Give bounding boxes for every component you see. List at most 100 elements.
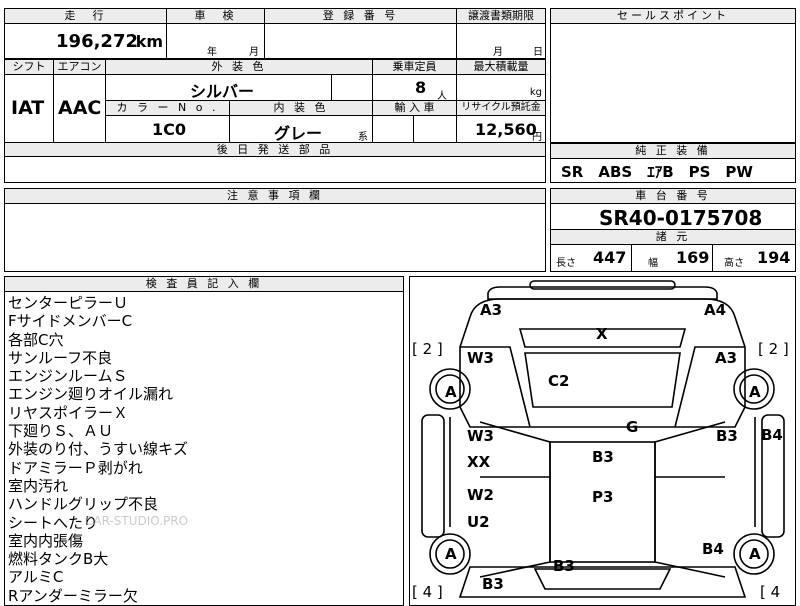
length-value: 447 (593, 248, 627, 267)
maxload-header: 最大積載量 (457, 60, 545, 75)
mark-a-front-left: A (445, 383, 457, 401)
mark-xx: XX (467, 453, 491, 471)
import-cell (373, 116, 457, 142)
registration-header: 登 録 番 号 (265, 9, 457, 24)
capacity-cell: 8 人 (373, 75, 457, 102)
inspector-header: 検 査 員 記 入 欄 (5, 277, 403, 292)
inspection-month: 月 (249, 47, 259, 58)
mark-bracket-right-bottom: [ 4 (760, 583, 781, 601)
recycle-header: リサイクル預託金 (457, 101, 545, 116)
capacity-value: 8 (415, 78, 427, 97)
registration-cell (265, 24, 457, 58)
mileage-unit: km (135, 32, 163, 51)
later-parts-header: 後 日 発 送 部 品 (5, 142, 545, 157)
mark-a-rear-right: A (749, 545, 761, 563)
equipment-panel: 純 正 装 備 SR ABS ｴｱB PS PW (550, 143, 796, 183)
chassis-cell: SR40-0175708 (551, 204, 795, 230)
inspector-note: ドアミラーＰ剥がれ (8, 458, 143, 477)
mark-c2: C2 (548, 372, 570, 390)
mark-w3-left: W3 (467, 349, 494, 367)
mark-a3-right: A3 (715, 349, 738, 367)
mark-a-rear-left: A (445, 545, 457, 563)
mark-b3-bottom: B3 (553, 557, 575, 575)
aircon-cell: AAC (54, 75, 106, 142)
mark-w2: W2 (467, 486, 494, 504)
mark-a4-right: A4 (704, 301, 727, 319)
later-parts-cell (5, 157, 545, 182)
exterior-cell: シルバー (106, 75, 373, 101)
maxload-cell: kg (457, 75, 545, 101)
transfer-month: 月 (493, 47, 503, 58)
mileage-header: 走 行 (5, 9, 167, 24)
mark-p3: P3 (592, 488, 614, 506)
mark-a3-left: A3 (480, 301, 503, 319)
import-divider (413, 116, 414, 142)
inspector-note: エンジン廻りオイル漏れ (8, 385, 174, 404)
import-header: 輸 入 車 (373, 101, 457, 116)
width-label: 幅 (648, 258, 658, 269)
inspector-note: 室内汚れ (8, 476, 69, 495)
caution-panel: 注 意 事 項 欄 (4, 188, 546, 272)
mark-bracket-left-top: [ 2 ] (412, 340, 443, 358)
inspection-header: 車 検 (167, 9, 265, 24)
mark-u2: U2 (467, 513, 490, 531)
chassis-value: SR40-0175708 (599, 206, 763, 230)
left-side-panel (421, 414, 445, 538)
inspector-note: サンルーフ不良 (8, 348, 113, 367)
exterior-value: シルバー (190, 82, 255, 101)
equipment-value: SR ABS ｴｱB PS PW (561, 163, 753, 181)
sales-point-header: セールスポイント (551, 9, 795, 24)
exterior-divider (331, 75, 332, 101)
transfer-header: 譲渡書類期限 (457, 9, 545, 24)
inspector-note: アルミC (8, 568, 64, 587)
vehicle-diagram-panel: A3 A4 X [ 2 ] [ 2 ] W3 A3 A A C2 G W3 XX… (409, 276, 796, 606)
inspector-note: 下廻りＳ、ＡＵ (8, 422, 114, 441)
shift-value: IAT (11, 97, 45, 119)
interior-cell: グレー 系 (230, 116, 373, 143)
transfer-day: 日 (533, 47, 543, 58)
equipment-header: 純 正 装 備 (551, 144, 795, 159)
recycle-unit: 円 (532, 132, 542, 143)
equipment-cell: SR ABS ｴｱB PS PW (551, 159, 795, 182)
length-cell: 長さ 447 (551, 245, 632, 271)
mark-bracket-left-bottom: [ 4 ] (412, 583, 443, 601)
inspector-note: リヤスポイラーＸ (8, 403, 129, 422)
aircon-header: エアコン (54, 60, 106, 75)
color-no-value: 1C0 (152, 120, 187, 139)
dims-header: 諸 元 (551, 230, 795, 245)
mileage-cell: 196,272 km (5, 24, 167, 58)
chassis-header: 車 台 番 号 (551, 189, 795, 204)
mark-a-front-right: A (749, 383, 761, 401)
inspector-note: エンジンルームＳ (8, 367, 128, 386)
mark-b3-right: B3 (716, 427, 738, 445)
maxload-unit: kg (529, 87, 542, 98)
recycle-cell: 12,560 円 (457, 116, 545, 143)
mark-w3-mid: W3 (467, 427, 494, 445)
top-info-table: 走 行 196,272 km 車 検 年 月 登 録 番 号 譲渡書類期限 月 … (4, 8, 546, 59)
mark-x-roof: X (596, 325, 608, 343)
recycle-value: 12,560 (475, 120, 537, 139)
mileage-value: 196,272 (56, 31, 138, 52)
mark-bracket-right-top: [ 2 ] (758, 340, 789, 358)
shift-header: シフト (5, 60, 54, 75)
height-cell: 高さ 194 (713, 245, 795, 271)
height-value: 194 (757, 248, 791, 267)
width-value: 169 (676, 248, 710, 267)
inspector-note: センターピラーＵ (8, 294, 129, 312)
capacity-unit: 人 (437, 91, 447, 102)
mark-g: G (626, 418, 639, 436)
interior-suffix: 系 (358, 132, 368, 143)
mark-b3-bottom-left: B3 (482, 575, 504, 593)
inspection-cell: 年 月 (167, 24, 265, 58)
height-label: 高さ (724, 258, 744, 269)
inspector-panel: 検 査 員 記 入 欄 センターピラーＵ FサイドメンバーC 各部C穴 サンルーフ不良… (4, 276, 404, 606)
sales-point-panel: セールスポイント (550, 8, 796, 143)
inspector-note: Rアンダーミラー欠 (8, 586, 138, 605)
caution-header: 注 意 事 項 欄 (5, 189, 545, 204)
inspector-note: 室内内張傷 (8, 531, 84, 550)
inspector-notes: センターピラーＵ FサイドメンバーC 各部C穴 サンルーフ不良 エンジンルームＳ エンジン… (8, 294, 188, 605)
length-label: 長さ (556, 258, 576, 269)
exterior-header: 外 装 色 (106, 60, 373, 75)
interior-value: グレー (274, 124, 323, 143)
inspector-note: 各部C穴 (8, 330, 64, 349)
